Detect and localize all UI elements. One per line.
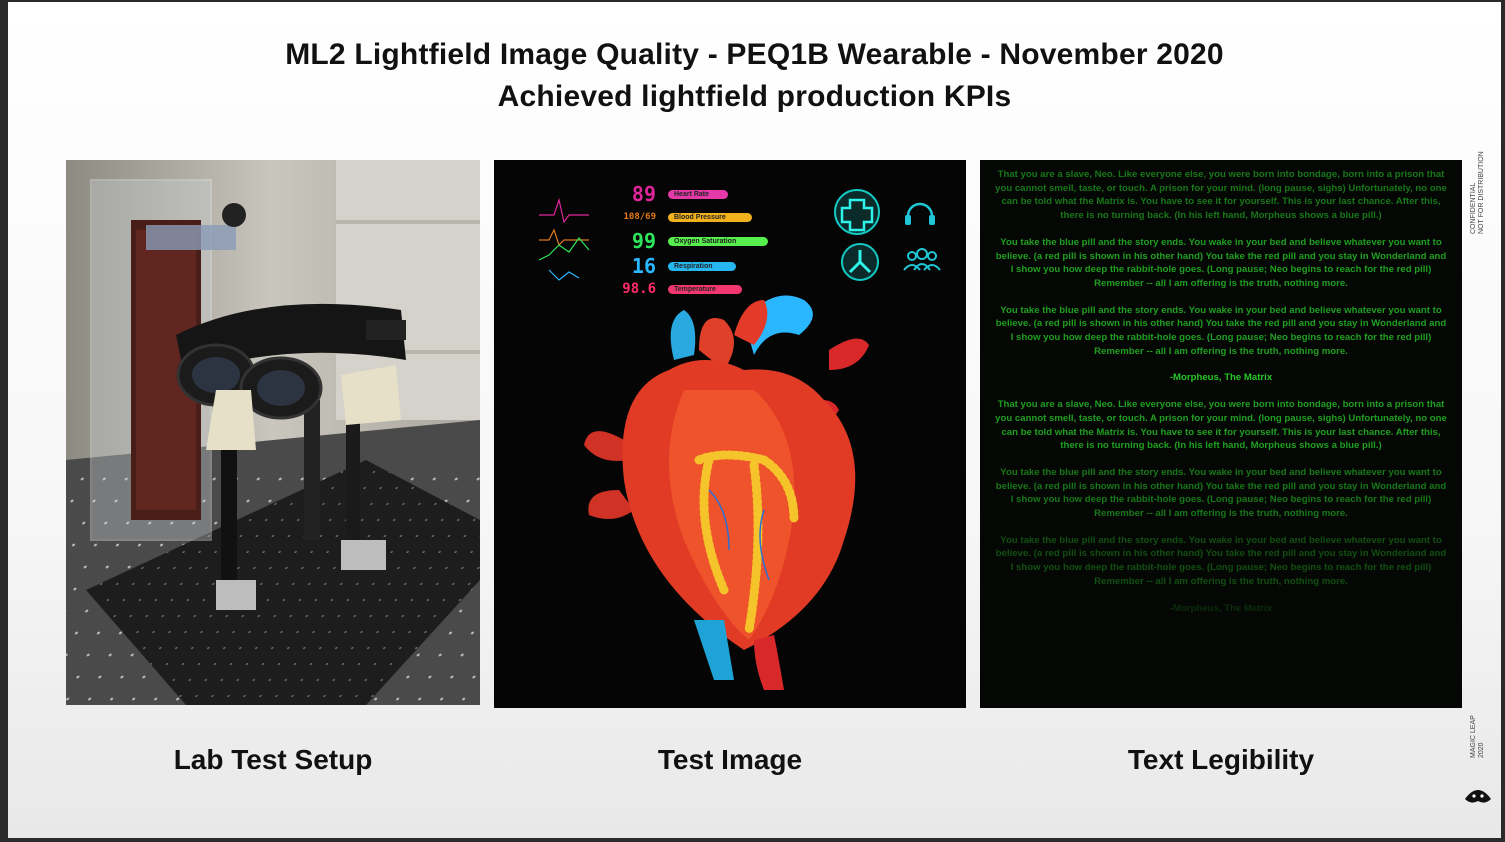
lab-setup-illustration [66, 160, 480, 705]
vital-temperature: 98.6 Temperature [594, 278, 768, 300]
vital-heart-rate: 89 Heart Rate [594, 182, 768, 206]
text-legibility-panel: That you are a slave, Neo. Like everyone… [980, 160, 1462, 708]
matrix-paragraph: You take the blue pill and the story end… [995, 534, 1447, 587]
slide: ML2 Lightfield Image Quality - PEQ1B Wea… [8, 2, 1501, 838]
brand-label: MAGIC LEAP 2020 [1470, 715, 1485, 758]
matrix-paragraph: You take the blue pill and the story end… [995, 466, 1447, 520]
heart-illustration [584, 295, 869, 690]
lab-test-setup-photo [66, 160, 480, 705]
legibility-text: That you are a slave, Neo. Like everyone… [994, 168, 1448, 700]
caption-test-image: Test Image [657, 744, 803, 775]
slide-title: ML2 Lightfield Image Quality - PEQ1B Wea… [285, 38, 1224, 71]
matrix-signature: -Morpheus, The Matrix [1169, 372, 1273, 384]
slide-subtitle: Achieved lightfield production KPIs [497, 80, 1012, 113]
matrix-paragraph: You take the blue pill and the story end… [995, 304, 1447, 357]
vital-oxygen: 99 Oxygen Saturation [594, 228, 768, 254]
matrix-paragraph: You take the blue pill and the story end… [995, 236, 1447, 289]
magic-leap-logo-icon [1465, 790, 1491, 803]
matrix-paragraph: That you are a slave, Neo. Like everyone… [995, 169, 1447, 222]
vital-blood-pressure: 108/69 Blood Pressure [594, 206, 768, 228]
test-image-panel: 89 Heart Rate 108/69 Blood Pressure 99 O… [494, 160, 966, 708]
caption-lab-test-setup: Lab Test Setup [173, 744, 373, 775]
confidential-label: CONFIDENTIAL NOT FOR DISTRIBUTION [1470, 151, 1485, 234]
matrix-paragraph: That you are a slave, Neo. Like everyone… [995, 399, 1447, 452]
caption-text-legibility: Text Legibility [1127, 744, 1315, 775]
matrix-signature: -Morpheus, The Matrix [1169, 602, 1273, 614]
vital-respiration: 16 Respiration [594, 254, 768, 278]
vitals-list: 89 Heart Rate 108/69 Blood Pressure 99 O… [594, 182, 768, 300]
people-icon [903, 248, 941, 271]
headset-icon [906, 202, 934, 217]
